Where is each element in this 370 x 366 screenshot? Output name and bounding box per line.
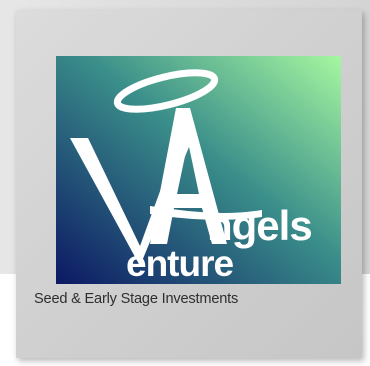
logo-word-bottom: enture (126, 243, 234, 284)
logo-word-top: ngels (207, 202, 312, 249)
tagline-text: Seed & Early Stage Investments (34, 291, 239, 307)
venture-angels-logo: ngels enture (56, 56, 341, 284)
